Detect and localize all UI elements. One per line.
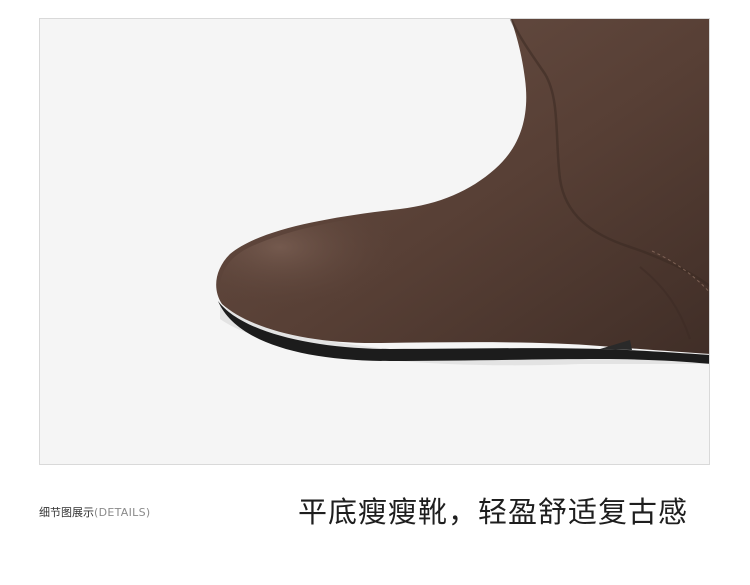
detail-label-cn: 细节图展示 (39, 506, 94, 519)
detail-section-label: 细节图展示(DETAILS) (39, 505, 150, 521)
product-headline: 平底瘦瘦靴，轻盈舒适复古感 (297, 495, 688, 529)
detail-label-en: (DETAILS) (94, 506, 151, 519)
product-detail-image (39, 18, 710, 465)
boot-illustration (216, 19, 709, 366)
